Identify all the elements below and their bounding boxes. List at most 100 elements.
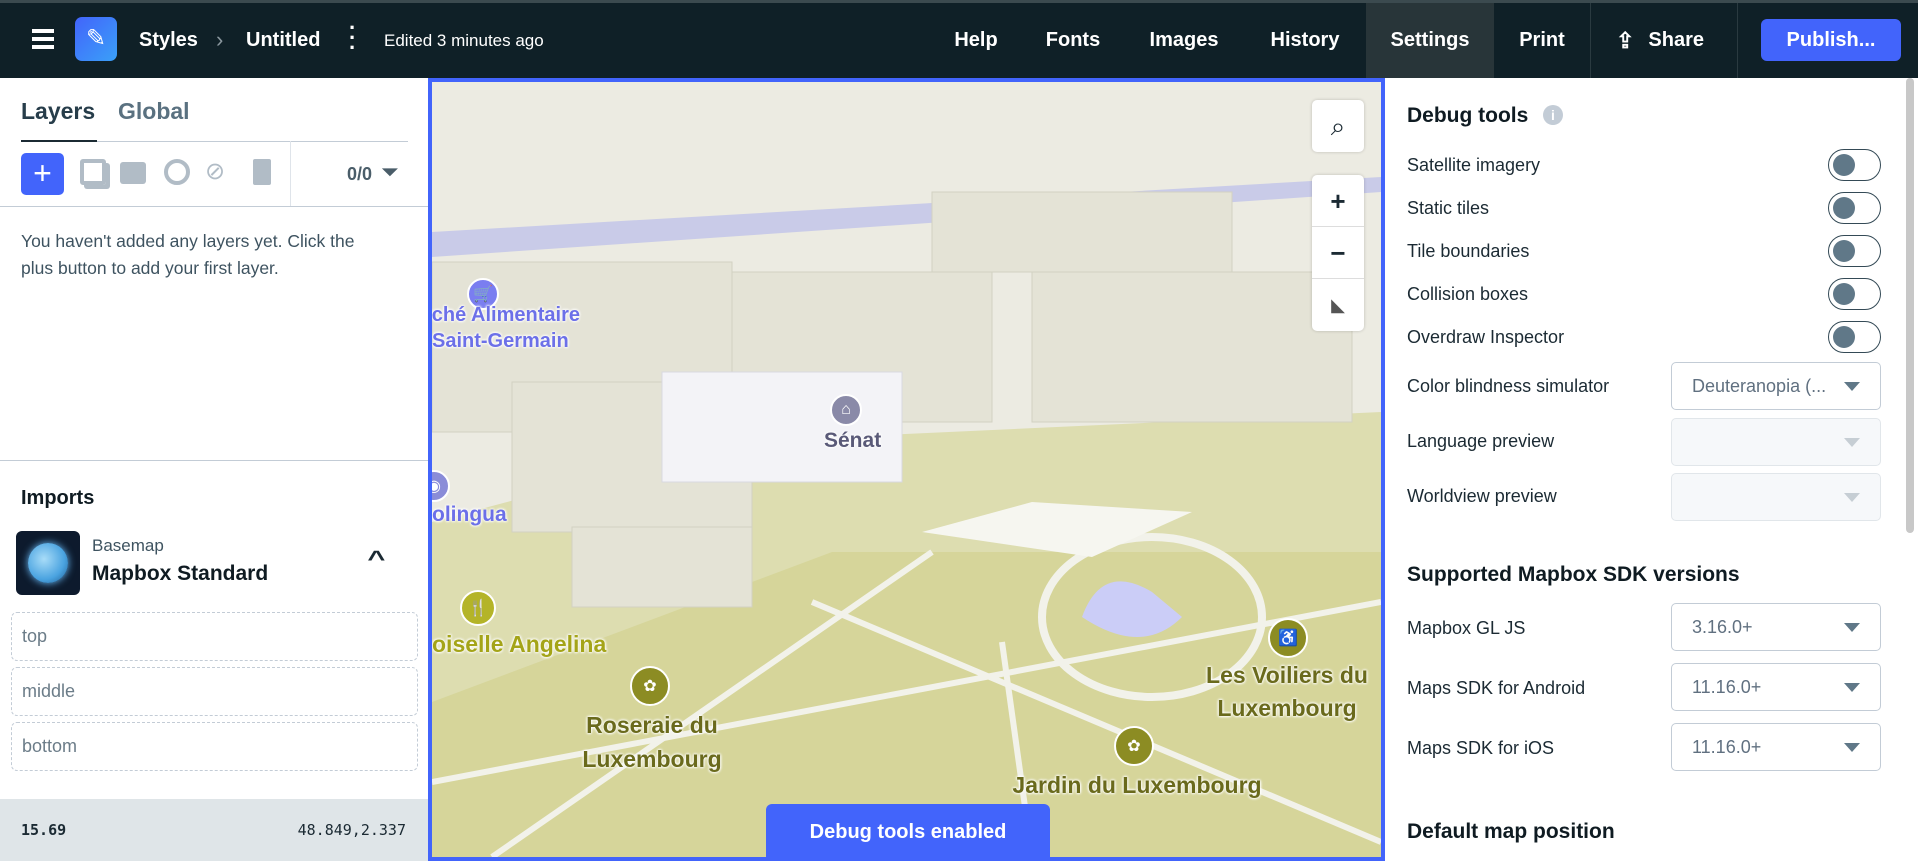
settings-panel: Debug tools i Satellite imagery Static t… xyxy=(1385,78,1918,861)
share-icon: ⇪ xyxy=(1615,27,1635,53)
nav-fonts[interactable]: Fonts xyxy=(1034,3,1112,78)
studio-logo[interactable]: ✎ xyxy=(75,17,117,61)
filter-icon[interactable]: ⏷ xyxy=(381,159,399,185)
slot-bottom[interactable]: bottom xyxy=(11,722,418,771)
android-version-select[interactable]: 11.16.0+ xyxy=(1671,663,1881,711)
color-blindness-select[interactable]: Deuteranopia (... xyxy=(1671,362,1881,410)
map-search-button[interactable]: ⌕ xyxy=(1312,100,1364,152)
sdk-label: Maps SDK for iOS xyxy=(1407,738,1555,758)
search-icon: ⌕ xyxy=(1330,111,1346,141)
map-label-marche: rché Alimentaire xyxy=(428,304,580,326)
debug-tools-toast: Debug tools enabled xyxy=(766,804,1050,857)
language-preview-label: Language preview xyxy=(1407,431,1555,451)
layer-count: 0/0 xyxy=(347,164,373,184)
duplicate-icon[interactable] xyxy=(80,159,106,185)
overdraw-inspector-toggle[interactable] xyxy=(1828,321,1881,353)
add-layer-button[interactable]: + xyxy=(21,153,64,195)
publish-button[interactable]: Publish... xyxy=(1761,19,1901,61)
breadcrumb-styles[interactable]: Styles xyxy=(139,29,198,52)
top-bar: ✎ Styles › Untitled · · · Edited 3 minutes… xyxy=(0,3,1918,78)
static-tiles-toggle[interactable] xyxy=(1828,192,1881,224)
nav-history[interactable]: History xyxy=(1256,3,1354,78)
nav-help[interactable]: Help xyxy=(940,3,1012,78)
map-label-angelina: oiselle Angelina xyxy=(432,631,607,657)
folder-icon[interactable] xyxy=(120,162,146,184)
empty-layers-message: You haven't added any layers yet. Click … xyxy=(21,231,355,278)
share-label: Share xyxy=(1648,29,1705,51)
caret-down-icon xyxy=(1844,623,1860,632)
zoom-in-button[interactable]: + xyxy=(1312,175,1364,227)
map-zoom-controls: + − ◣ xyxy=(1312,175,1364,331)
map-label-olingua: olingua xyxy=(432,503,507,526)
nav-settings[interactable]: Settings xyxy=(1366,3,1494,78)
menu-icon[interactable] xyxy=(32,29,54,49)
toggle-label: Collision boxes xyxy=(1407,284,1529,304)
select-value: Deuteranopia (... xyxy=(1692,376,1827,396)
default-map-position-title: Default map position xyxy=(1407,820,1615,843)
slot-middle[interactable]: middle xyxy=(11,667,418,716)
map-rendering xyxy=(432,82,1381,857)
tile-boundaries-toggle[interactable] xyxy=(1828,235,1881,267)
caret-down-icon xyxy=(1844,382,1860,391)
more-options-icon[interactable]: · · · xyxy=(349,17,356,59)
language-preview-select[interactable] xyxy=(1671,418,1881,466)
sdk-versions-title: Supported Mapbox SDK versions xyxy=(1407,563,1740,586)
trash-icon[interactable] xyxy=(253,159,271,185)
basemap-thumbnail xyxy=(16,531,80,595)
ios-version-select[interactable]: 11.16.0+ xyxy=(1671,723,1881,771)
restaurant-icon[interactable]: 🍴 xyxy=(460,590,496,626)
map-label-marche: Saint-Germain xyxy=(432,330,569,352)
tab-global[interactable]: Global xyxy=(118,98,190,125)
map-label-voiliers: Luxembourg xyxy=(1217,695,1357,721)
breadcrumb-style-name[interactable]: Untitled xyxy=(246,29,320,52)
hide-icon[interactable]: ⊘ xyxy=(205,159,231,185)
sdk-label: Maps SDK for Android xyxy=(1407,678,1586,698)
sdk-label: Mapbox GL JS xyxy=(1407,618,1526,638)
garden-icon[interactable]: ✿ xyxy=(1114,726,1154,766)
select-cursor-icon[interactable] xyxy=(164,159,190,185)
map-center-coords: 48.849,2.337 xyxy=(297,821,406,839)
chevron-up-icon[interactable]: ^ xyxy=(367,546,385,572)
select-value: 11.16.0+ xyxy=(1692,677,1762,697)
nav-print[interactable]: Print xyxy=(1500,3,1584,78)
sailboat-rental-icon[interactable]: ♿ xyxy=(1268,618,1308,658)
chevron-right-icon: › xyxy=(216,27,224,52)
basemap-name[interactable]: Mapbox Standard xyxy=(92,562,268,586)
scrollbar[interactable] xyxy=(1906,78,1914,533)
map-label-jardin: Jardin du Luxembourg xyxy=(1012,772,1262,798)
worldview-preview-select[interactable] xyxy=(1671,473,1881,521)
divider xyxy=(290,141,291,206)
toggle-label: Tile boundaries xyxy=(1407,241,1530,261)
share-button[interactable]: ⇪ Share xyxy=(1600,3,1720,78)
select-value: 11.16.0+ xyxy=(1692,737,1762,757)
slot-top[interactable]: top xyxy=(11,612,418,661)
collision-boxes-toggle[interactable] xyxy=(1828,278,1881,310)
caret-down-icon xyxy=(1844,438,1860,447)
active-tab-indicator xyxy=(21,140,97,142)
divider xyxy=(0,460,428,461)
map-label-senat: Sénat xyxy=(824,429,882,452)
map-canvas[interactable]: 🛒 rché Alimentaire Saint-Germain ⌂ Sénat… xyxy=(428,78,1385,861)
zoom-level: 15.69 xyxy=(21,821,67,839)
compass-icon: ◣ xyxy=(1331,295,1345,315)
government-building-icon[interactable]: ⌂ xyxy=(830,394,862,426)
nav-images[interactable]: Images xyxy=(1136,3,1232,78)
tab-layers[interactable]: Layers xyxy=(21,98,95,125)
divider xyxy=(1590,3,1591,78)
caret-down-icon xyxy=(1844,683,1860,692)
divider xyxy=(0,206,428,207)
select-value: 3.16.0+ xyxy=(1692,617,1753,637)
map-label-roseraie: Luxembourg xyxy=(582,746,722,772)
zoom-out-button[interactable]: − xyxy=(1312,227,1364,279)
gl-js-version-select[interactable]: 3.16.0+ xyxy=(1671,603,1881,651)
toggle-label: Static tiles xyxy=(1407,198,1490,218)
debug-tools-title: Debug tools xyxy=(1407,104,1529,127)
compass-button[interactable]: ◣ xyxy=(1312,279,1364,331)
garden-icon[interactable]: ✿ xyxy=(630,666,670,706)
satellite-imagery-toggle[interactable] xyxy=(1828,149,1881,181)
info-icon[interactable]: i xyxy=(1543,105,1563,125)
layers-panel: Layers Global + ⊘ 0/0 ⏷ You haven't adde… xyxy=(0,78,428,861)
toggle-label: Overdraw Inspector xyxy=(1407,327,1565,347)
color-blindness-label: Color blindness simulator xyxy=(1407,376,1610,396)
divider xyxy=(1737,3,1738,78)
